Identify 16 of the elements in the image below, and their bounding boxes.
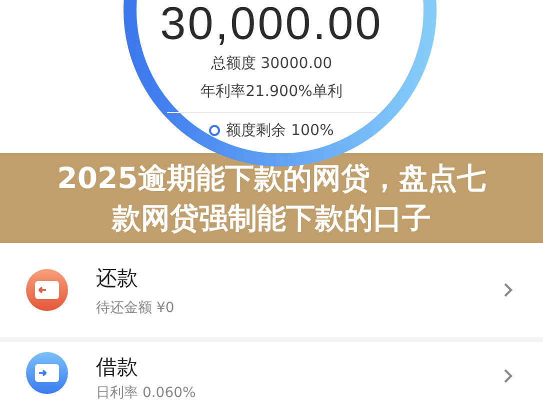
card-icon — [26, 269, 68, 311]
row-subtitle: 待还金额 ¥0 — [96, 299, 176, 317]
remaining-limit: 额度剩余 100% — [226, 121, 334, 140]
menu-row[interactable]: 还款 待还金额 ¥0 — [0, 243, 543, 337]
chevron-right-icon — [503, 282, 513, 298]
menu-row[interactable]: 借款 日利率 0.060% — [0, 342, 543, 408]
banner-title: 2025逾期能下款的网贷，盘点七款网贷强制能下款的口子 — [56, 160, 487, 237]
card-icon — [26, 352, 68, 394]
row-title: 借款 — [96, 354, 139, 381]
interest-rate: 年利率21.900%单利 — [200, 81, 342, 102]
chevron-right-icon — [503, 368, 513, 384]
row-title: 还款 — [96, 265, 139, 292]
total-limit: 总额度 30000.00 — [210, 53, 332, 74]
credit-amount: 30,000.00 — [160, 0, 383, 46]
ring-dot-icon — [209, 125, 220, 136]
row-subtitle: 日利率 0.060% — [96, 384, 197, 402]
